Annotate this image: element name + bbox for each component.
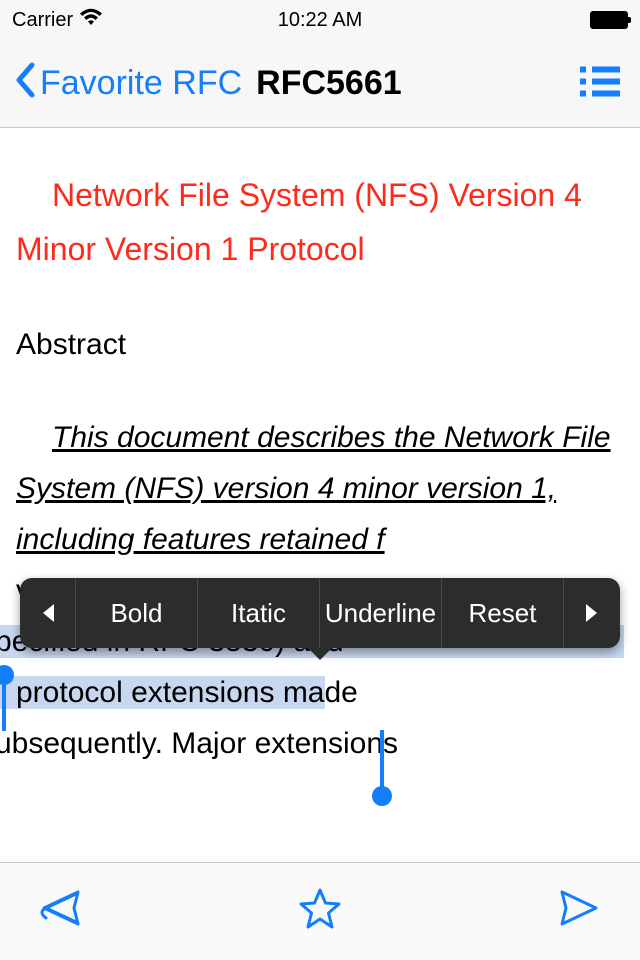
reset-button[interactable]: Reset [442, 578, 564, 648]
back-label: Favorite RFC [40, 64, 242, 103]
redo-button[interactable] [558, 888, 604, 935]
battery-icon [590, 11, 628, 29]
status-left: Carrier [12, 8, 103, 32]
callout-next-button[interactable] [564, 578, 620, 648]
status-time: 10:22 AM [278, 9, 363, 32]
bottom-toolbar [0, 862, 640, 960]
document-title: Network File System (NFS) Version 4 Mino… [16, 168, 624, 277]
document-content[interactable]: Network File System (NFS) Version 4 Mino… [0, 128, 640, 862]
status-right [590, 11, 628, 29]
wifi-icon [79, 8, 103, 32]
edit-callout: Bold Itatic Underline Reset [20, 578, 620, 648]
underline-button[interactable]: Underline [320, 578, 442, 648]
carrier-label: Carrier [12, 9, 73, 32]
nav-bar: Favorite RFC RFC5661 [0, 40, 640, 128]
italic-button[interactable]: Itatic [198, 578, 320, 648]
abstract-styled-part: This document describes the Network File… [16, 421, 611, 556]
abstract-tail: subsequently. Major extensions [0, 727, 398, 760]
selected-text-line2a: protocol extensions ma [0, 676, 325, 709]
list-icon[interactable] [580, 64, 620, 103]
chevron-left-icon [14, 62, 36, 106]
page-title: RFC5661 [256, 64, 402, 103]
favorite-button[interactable] [298, 887, 342, 936]
bold-button[interactable]: Bold [76, 578, 198, 648]
abstract-heading: Abstract [16, 319, 624, 370]
undo-button[interactable] [36, 888, 82, 935]
status-bar: Carrier 10:22 AM [0, 0, 640, 40]
text-after-selection: de [325, 676, 358, 709]
callout-prev-button[interactable] [20, 578, 76, 648]
back-button[interactable]: Favorite RFC [14, 62, 242, 106]
